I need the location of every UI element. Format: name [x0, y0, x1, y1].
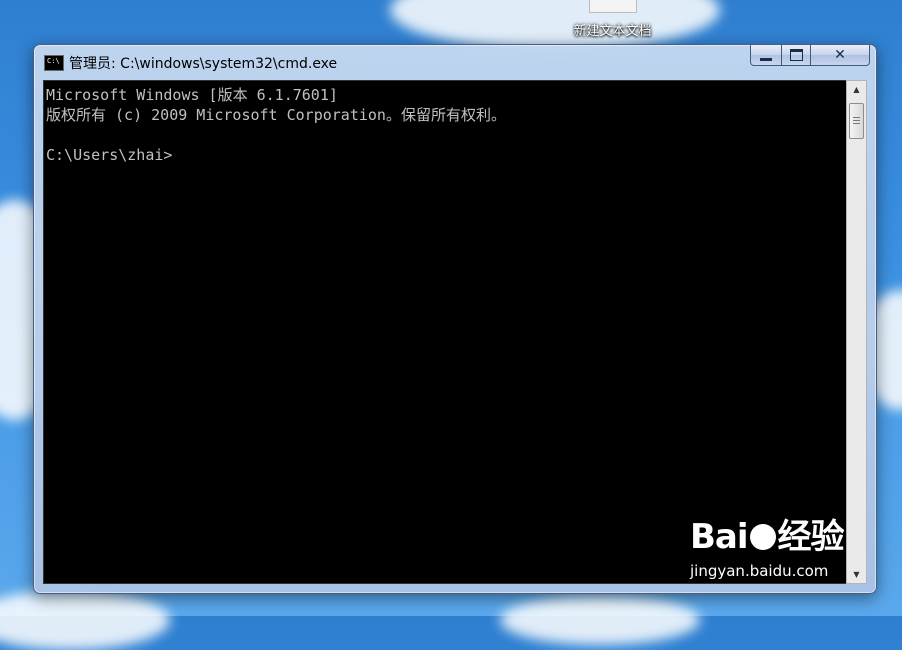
baidu-watermark: Bai 经验 jingyan.baidu.com — [690, 517, 845, 580]
cloud — [500, 595, 700, 645]
grip-line — [853, 117, 860, 118]
scroll-thumb[interactable] — [849, 103, 864, 139]
grip-line — [853, 120, 860, 121]
paw-icon — [749, 524, 776, 550]
cloud — [390, 0, 720, 50]
maximize-icon — [789, 49, 803, 61]
console-output[interactable]: Microsoft Windows [版本 6.1.7601] 版权所有 (c)… — [43, 80, 847, 584]
chevron-up-icon: ▲ — [853, 85, 860, 94]
cmd-window: C:\ 管理员: C:\windows\system32\cmd.exe ✕ M… — [33, 44, 877, 594]
minimize-button[interactable] — [750, 45, 782, 66]
logo-text-left: Bai — [690, 517, 749, 557]
logo-text-right: 经验 — [777, 517, 845, 557]
cloud — [0, 590, 170, 650]
close-button[interactable]: ✕ — [811, 45, 870, 66]
cmd-icon-glyph: C:\ — [47, 57, 60, 65]
console-line: Microsoft Windows [版本 6.1.7601] — [46, 86, 338, 104]
console-line: 版权所有 (c) 2009 Microsoft Corporation。保留所有… — [46, 106, 506, 124]
scroll-up-button[interactable]: ▲ — [847, 81, 866, 98]
close-icon: ✕ — [834, 47, 846, 63]
maximize-button[interactable] — [782, 45, 811, 66]
vertical-scrollbar[interactable]: ▲ ▼ — [846, 80, 867, 584]
window-title: 管理员: C:\windows\system32\cmd.exe — [69, 56, 338, 72]
title-bar[interactable]: C:\ 管理员: C:\windows\system32\cmd.exe ✕ — [34, 45, 876, 79]
console-text: Microsoft Windows [版本 6.1.7601] 版权所有 (c)… — [44, 81, 846, 169]
grip-line — [853, 123, 860, 124]
scroll-down-button[interactable]: ▼ — [847, 566, 866, 583]
cmd-icon[interactable]: C:\ — [44, 55, 64, 71]
minimize-icon — [760, 57, 772, 61]
chevron-down-icon: ▼ — [853, 570, 860, 579]
desktop-file-icon[interactable]: 新建文本文档 — [560, 0, 665, 40]
command-prompt: C:\Users\zhai> — [46, 146, 173, 164]
caption-buttons: ✕ — [750, 45, 870, 67]
watermark-url: jingyan.baidu.com — [690, 562, 829, 580]
baidu-logo: Bai 经验 — [690, 517, 845, 557]
text-file-icon — [588, 0, 637, 13]
desktop-icon-label: 新建文本文档 — [573, 24, 652, 39]
